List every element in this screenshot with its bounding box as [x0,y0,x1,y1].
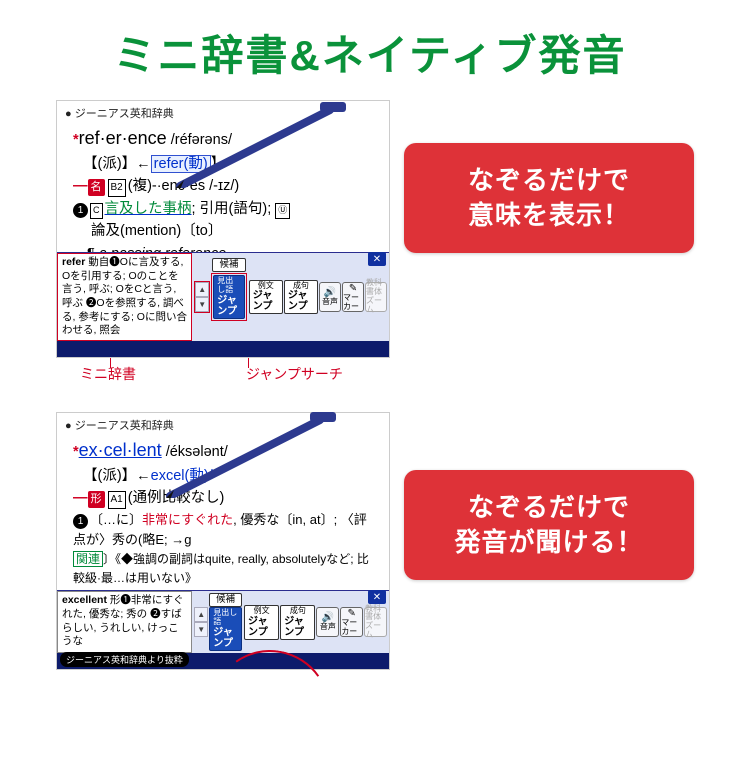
dictionary-panel-reference: ジーニアス英和辞典 *ref·er·ence /réfərəns/ 【(派)】←… [56,100,390,358]
marker-button[interactable]: ✎マーカー [340,607,363,637]
highlighted-text[interactable]: 言及した事柄 [105,201,192,217]
dictionary-name: ジーニアス英和辞典 [57,101,389,123]
mini-dict-popup: ✕ excellent 形❶非常にすぐれた, 優秀な; 秀の ❷すばらしい, う… [57,590,389,653]
callout-trace-pronounce: なぞるだけで 発音が聞ける！ [404,470,694,580]
midashi-jump-button[interactable]: 見出し語ジャンプ [209,607,242,651]
textbook-font-button: 教科書体ズーム [364,607,387,637]
midashi-jump-button[interactable]: 見出し語ジャンプ [213,275,244,319]
page-title: ミニ辞書&ネイティブ発音 [0,0,740,83]
close-icon[interactable]: ✕ [368,590,386,604]
nav-up-icon[interactable]: ▲ [195,282,209,297]
bottom-bar [57,341,389,357]
deriv-link-refer[interactable]: refer(動) [151,155,211,173]
annotation-jump-search: ジャンプサーチ [246,364,343,384]
mini-dict-popup: ✕ refer 動自❶Oに言及する, Oを引用する; Oのことを言う, 呼ぶ; … [57,252,389,341]
popup-toolbar: ▲▼ 候補 見出し語ジャンプ 例文ジャンプ 成句ジャンプ 🔊音声 ✎マーカー 教… [192,253,389,341]
reibun-jump-button[interactable]: 例文ジャンプ [249,280,283,315]
nav-down-icon[interactable]: ▼ [195,297,209,312]
popup-toolbar: ▲▼ 候補 見出し語ジャンプ 例文ジャンプ 成句ジャンプ 🔊音声 ✎マーカー 教… [192,591,389,653]
callout-trace-meaning: なぞるだけで 意味を表示！ [404,143,694,253]
reibun-jump-button[interactable]: 例文ジャンプ [244,605,279,640]
deriv-link-excel[interactable]: excel(動)/ [151,468,213,484]
annotation-mini-dict: ミニ辞書 [80,364,136,384]
seiku-jump-button[interactable]: 成句ジャンプ [280,605,315,640]
audio-button[interactable]: 🔊音声 [319,282,341,312]
dictionary-name: ジーニアス英和辞典 [57,413,389,435]
close-icon[interactable]: ✕ [368,252,386,266]
marker-button[interactable]: ✎マーカー [342,282,364,312]
mini-dict-definition: refer 動自❶Oに言及する, Oを引用する; Oのことを言う, 呼ぶ; Oを… [57,253,192,341]
nav-up-icon[interactable]: ▲ [194,607,208,622]
source-pill: ジーニアス英和辞典より抜粋 [60,652,189,667]
seiku-jump-button[interactable]: 成句ジャンプ [284,280,318,315]
mini-dict-definition: excellent 形❶非常にすぐれた, 優秀な; 秀の ❷すばらしい, うれし… [57,591,192,653]
textbook-font-button: 教科書体ズーム [365,282,387,312]
audio-button[interactable]: 🔊音声 [316,607,339,637]
kouho-button[interactable]: 候補 [212,258,245,272]
highlighted-headword[interactable]: ex·cel·lent [79,440,162,460]
kouho-button[interactable]: 候補 [209,593,242,607]
nav-down-icon[interactable]: ▼ [194,622,208,637]
entry-body: *ref·er·ence /réfərəns/ 【(派)】←refer(動)】 … [57,123,389,265]
dictionary-panel-excellent: ジーニアス英和辞典 *ex·cel·lent /éksələnt/ 【(派)】←… [56,412,390,670]
